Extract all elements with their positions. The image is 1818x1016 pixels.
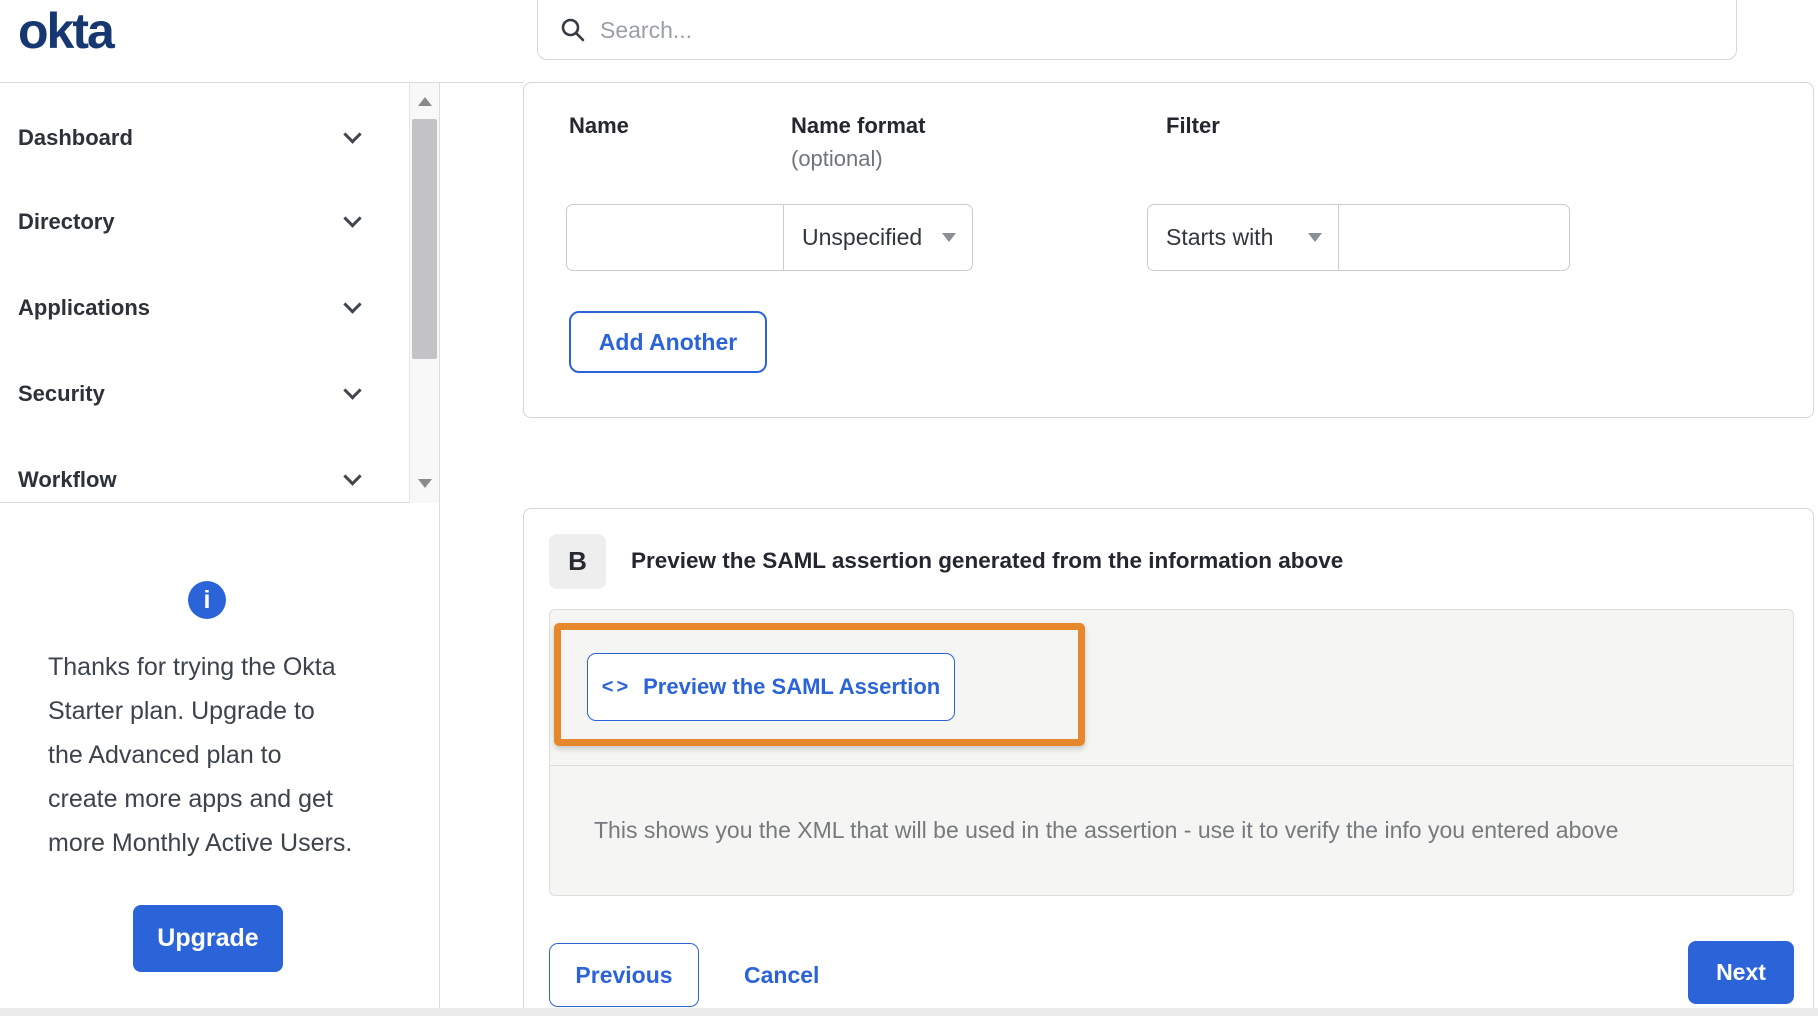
chevron-down-icon <box>343 209 362 228</box>
search-icon <box>561 18 585 42</box>
upgrade-button[interactable]: Upgrade <box>133 905 283 972</box>
chevron-down-icon <box>343 295 362 314</box>
preview-panel: <> Preview the SAML Assertion This shows… <box>549 609 1794 896</box>
name-format-optional-label: (optional) <box>791 146 883 171</box>
name-format-column-label: Name format <box>791 113 926 138</box>
add-another-button[interactable]: Add Another <box>569 311 767 373</box>
sidebar-scrollbar[interactable] <box>409 83 439 503</box>
attribute-statements-card: Name Name format (optional) Filter Unspe… <box>523 82 1814 418</box>
filter-column-label: Filter <box>1166 113 1220 138</box>
scroll-up-icon <box>418 96 432 106</box>
dropdown-arrow-icon <box>1308 233 1322 242</box>
filter-field-group: Starts with <box>1147 204 1570 271</box>
dropdown-arrow-icon <box>942 233 956 242</box>
scroll-up-button[interactable] <box>410 87 440 115</box>
name-format-select[interactable]: Unspecified <box>783 204 973 271</box>
chevron-down-icon <box>343 125 362 144</box>
scroll-down-button[interactable] <box>410 469 440 497</box>
chevron-down-icon <box>343 381 362 400</box>
section-b-badge: B <box>549 534 606 589</box>
sidebar-menu: Dashboard Directory Applications Securit… <box>0 83 439 503</box>
preview-assertion-card: B Preview the SAML assertion generated f… <box>523 508 1814 1016</box>
preview-helper-text: This shows you the XML that will be used… <box>550 765 1793 895</box>
okta-logo[interactable]: okta <box>18 2 115 60</box>
section-b-title: Preview the SAML assertion generated fro… <box>631 548 1344 573</box>
name-field-group: Unspecified <box>566 204 973 271</box>
sidebar-item-directory[interactable]: Directory <box>18 204 363 240</box>
previous-button[interactable]: Previous <box>549 943 699 1007</box>
sidebar-item-security[interactable]: Security <box>18 376 363 412</box>
chevron-down-icon <box>343 467 362 486</box>
global-search[interactable] <box>537 0 1737 60</box>
bottom-edge-strip <box>0 1008 1818 1016</box>
filter-type-select[interactable]: Starts with <box>1147 204 1339 271</box>
cancel-link[interactable]: Cancel <box>744 943 819 1007</box>
sidebar-item-workflow[interactable]: Workflow <box>18 462 363 498</box>
code-icon: <> <box>601 675 632 698</box>
sidebar-item-applications[interactable]: Applications <box>18 290 363 326</box>
filter-value-input[interactable] <box>1338 204 1570 271</box>
sidebar: Dashboard Directory Applications Securit… <box>0 83 440 1016</box>
preview-panel-top: <> Preview the SAML Assertion <box>550 610 1793 765</box>
next-button[interactable]: Next <box>1688 941 1794 1004</box>
scrollbar-thumb[interactable] <box>412 119 437 359</box>
info-icon: i <box>188 581 226 619</box>
preview-saml-assertion-button[interactable]: <> Preview the SAML Assertion <box>587 653 955 721</box>
search-input[interactable] <box>600 16 1736 44</box>
scroll-down-icon <box>418 478 432 488</box>
sidebar-item-dashboard[interactable]: Dashboard <box>18 120 363 156</box>
upgrade-promo-text: Thanks for trying the Okta Starter plan.… <box>48 653 353 857</box>
attribute-name-input[interactable] <box>566 204 784 271</box>
name-column-label: Name <box>569 113 629 138</box>
okta-admin-page: okta Dashboard Directory Applications <box>0 0 1818 1016</box>
